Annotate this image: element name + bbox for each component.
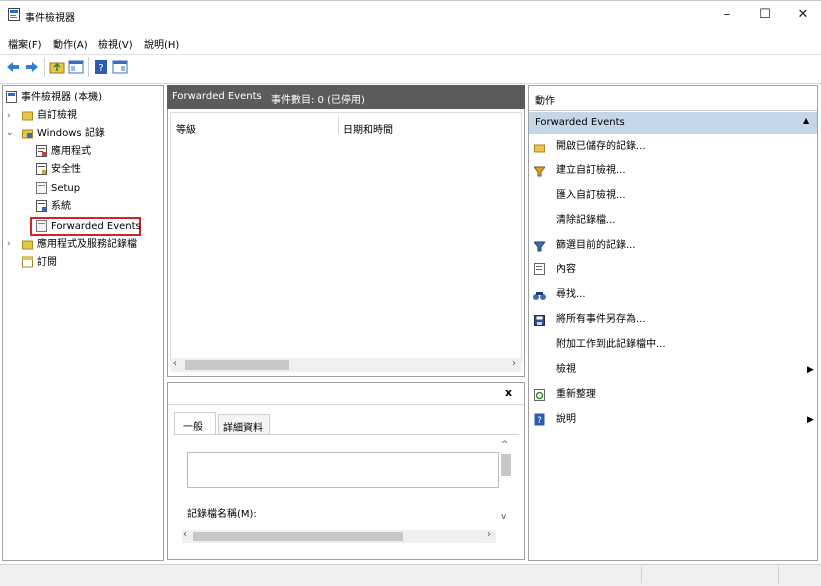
expand-chevron-icon[interactable]: › — [7, 111, 11, 121]
tab-details[interactable]: 詳細資料 — [218, 414, 270, 434]
expand-chevron-icon[interactable]: › — [7, 239, 11, 249]
log-icon — [36, 200, 47, 212]
help-icon[interactable]: ? — [93, 59, 109, 75]
tree-item-setup[interactable]: Setup — [36, 180, 80, 197]
horizontal-scrollbar[interactable]: ‹ › — [171, 358, 521, 372]
help-icon: ? — [534, 413, 545, 434]
status-divider — [778, 566, 779, 583]
scroll-left-icon[interactable]: ‹ — [173, 358, 177, 369]
scroll-up-icon[interactable]: ^ — [501, 440, 509, 450]
refresh-icon — [534, 389, 545, 409]
action-create-custom-view[interactable]: 建立自訂檢視... — [530, 161, 816, 181]
submenu-arrow-icon: ▶ — [807, 415, 814, 425]
menu-action[interactable]: 動作(A) — [53, 36, 88, 51]
scroll-right-icon[interactable]: › — [512, 358, 516, 369]
collapse-chevron-icon[interactable]: ⌄ — [6, 128, 14, 138]
subscription-icon — [22, 256, 33, 268]
action-view[interactable]: 檢視 ▶ — [530, 360, 816, 380]
detail-vertical-scrollbar[interactable]: ^ v — [500, 440, 512, 522]
minimize-button[interactable]: – — [710, 4, 744, 26]
up-folder-icon[interactable] — [49, 59, 65, 75]
show-hide-tree-icon[interactable] — [68, 59, 84, 75]
column-divider[interactable] — [338, 116, 339, 134]
action-save-all-events-as[interactable]: 將所有事件另存為... — [530, 310, 816, 330]
tab-underline — [174, 434, 519, 435]
action-clear-log[interactable]: 清除記錄檔... — [530, 211, 816, 231]
action-help[interactable]: ? 說明 ▶ — [530, 410, 816, 430]
tab-general[interactable]: 一般 — [174, 412, 216, 434]
tree-item-forwarded-events[interactable]: Forwarded Events — [36, 218, 141, 235]
log-name-title: Forwarded Events — [172, 91, 262, 102]
action-properties[interactable]: 內容 — [530, 260, 816, 280]
status-divider — [641, 566, 642, 583]
event-table[interactable] — [170, 112, 522, 361]
folder-icon — [22, 127, 33, 139]
collapse-triangle-icon[interactable]: ▲ — [803, 116, 809, 125]
actions-section-forwarded-events[interactable]: Forwarded Events ▲ — [529, 112, 817, 134]
open-folder-icon — [534, 141, 545, 161]
toolbar-divider — [88, 57, 89, 77]
window-title: 事件檢視器 — [25, 13, 75, 24]
filter-icon — [532, 240, 547, 260]
action-refresh[interactable]: 重新整理 — [530, 385, 816, 405]
forward-arrow-icon[interactable] — [24, 59, 40, 75]
action-attach-task[interactable]: 附加工作到此記錄檔中... — [530, 335, 816, 355]
log-name-label: 記錄檔名稱(M): — [187, 509, 257, 520]
action-find[interactable]: 尋找... — [530, 285, 816, 305]
description-textbox[interactable] — [187, 452, 499, 488]
tree-item-windows-logs[interactable]: Windows 記錄 — [22, 125, 105, 142]
svg-text:?: ? — [537, 416, 542, 426]
action-import-custom-view[interactable]: 匯入自訂檢視... — [530, 186, 816, 206]
status-bar — [0, 564, 821, 586]
tree-item-event-viewer-local[interactable]: 事件檢視器 (本機) — [6, 89, 102, 106]
close-detail-icon[interactable]: x — [505, 386, 512, 399]
menu-file[interactable]: 檔案(F) — [8, 36, 42, 51]
properties-icon — [534, 263, 545, 283]
tree-item-system[interactable]: 系統 — [36, 198, 71, 215]
binoculars-icon — [533, 289, 546, 309]
tree-item-app-service-logs[interactable]: 應用程式及服務記錄檔 — [22, 236, 137, 253]
event-list-header: Forwarded Events 事件數目: 0 (已停用) — [167, 85, 525, 109]
title-bar — [0, 0, 821, 31]
action-open-saved-log[interactable]: 開啟已儲存的記錄... — [530, 137, 816, 157]
toolbar-divider — [44, 57, 45, 77]
tree-item-application[interactable]: 應用程式 — [36, 143, 91, 160]
svg-text:?: ? — [98, 63, 103, 74]
tree-item-security[interactable]: 安全性 — [36, 161, 81, 178]
maximize-button[interactable]: ☐ — [748, 4, 782, 26]
scroll-thumb[interactable] — [193, 532, 403, 541]
log-icon — [36, 182, 47, 194]
event-viewer-icon — [8, 8, 20, 21]
log-icon — [36, 220, 47, 232]
actions-header: 動作 — [529, 86, 817, 111]
column-header-date-time[interactable]: 日期和時間 — [343, 121, 393, 136]
tree-item-subscriptions[interactable]: 訂閱 — [22, 254, 57, 271]
divider — [168, 404, 524, 405]
show-hide-action-pane-icon[interactable] — [112, 59, 128, 75]
column-header-level[interactable]: 等級 — [176, 121, 196, 136]
scroll-thumb[interactable] — [501, 454, 511, 476]
log-icon — [36, 145, 47, 157]
close-button[interactable]: ✕ — [786, 4, 820, 26]
submenu-arrow-icon: ▶ — [807, 365, 814, 375]
action-filter-current-log[interactable]: 篩選目前的記錄... — [530, 236, 816, 256]
back-arrow-icon[interactable] — [5, 59, 21, 75]
menu-help[interactable]: 說明(H) — [144, 36, 179, 51]
menu-view[interactable]: 檢視(V) — [98, 36, 133, 51]
folder-icon — [22, 238, 33, 250]
event-viewer-icon — [6, 91, 17, 103]
scroll-right-icon[interactable]: › — [487, 529, 491, 540]
filter-icon — [532, 165, 547, 185]
tree-item-custom-views[interactable]: 自訂檢視 — [22, 107, 77, 124]
folder-icon — [22, 109, 33, 121]
log-icon — [36, 163, 47, 175]
scroll-thumb[interactable] — [185, 360, 289, 370]
scroll-left-icon[interactable]: ‹ — [183, 529, 187, 540]
event-count: 事件數目: 0 (已停用) — [271, 95, 365, 106]
detail-horizontal-scrollbar[interactable]: ‹ › — [182, 529, 496, 543]
save-icon — [534, 314, 545, 334]
scroll-down-icon[interactable]: v — [501, 512, 506, 522]
